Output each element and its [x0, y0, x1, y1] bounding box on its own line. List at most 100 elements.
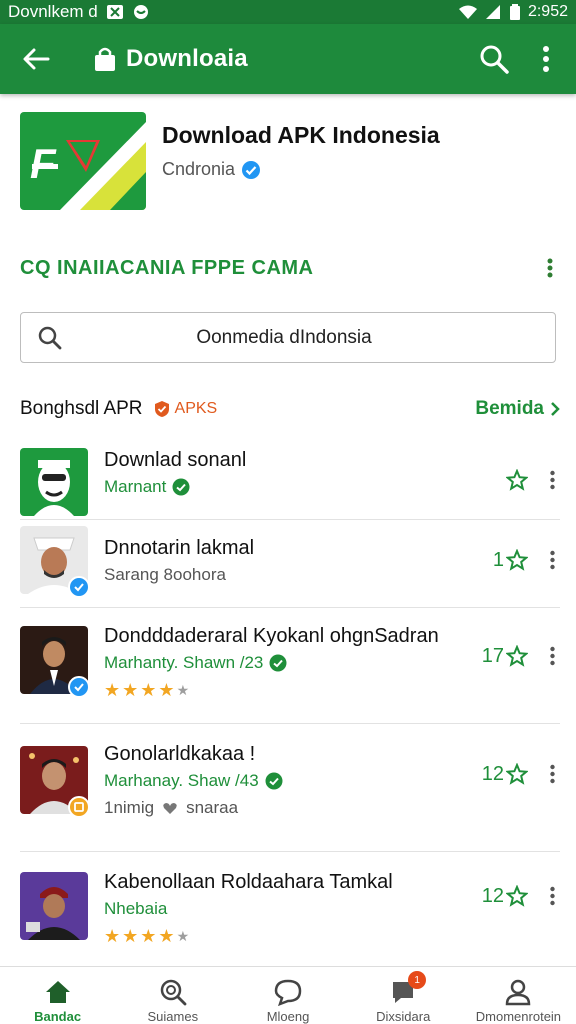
app-info: Download APK Indonesia Cndronia: [162, 112, 440, 212]
list-item-developer: Marnant: [104, 477, 167, 496]
star-outline-icon: [506, 645, 528, 667]
more-vert-icon: [549, 646, 555, 666]
list-item[interactable]: Kabenollaan Roldaahara Tamkal Nhebaia ★ …: [20, 852, 560, 962]
banner-text: CQ INAIIACANIA FPPE CAMA: [20, 256, 314, 279]
avatar: [20, 448, 88, 516]
rating-value: 1: [492, 548, 504, 571]
nav-notifications[interactable]: 1 Dixsidara: [346, 967, 461, 1024]
app-bar: Downloaia: [0, 24, 576, 94]
star-filled-icon: ★: [104, 926, 121, 946]
list-item-more-button[interactable]: [544, 884, 560, 908]
more-vert-icon: [549, 550, 555, 570]
list-item-body: Downlad sonanl Marnant: [104, 448, 560, 498]
rating: 12: [482, 763, 528, 786]
more-vert-icon: [549, 470, 555, 490]
list-item[interactable]: Dnnotarin lakmal Sarang 8oohora 1: [20, 520, 560, 608]
nav-messages[interactable]: Mloeng: [230, 967, 345, 1024]
nav-label: Mloeng: [266, 1009, 310, 1024]
shopping-bag-icon: [92, 44, 118, 74]
verified-badge-icon: [68, 576, 90, 598]
star-filled-icon: ★: [104, 680, 121, 700]
chevron-right-icon: [551, 402, 560, 416]
search-input[interactable]: [73, 326, 555, 349]
see-more-link[interactable]: Bemida: [475, 398, 560, 420]
nav-label: Dmomenrotein: [475, 1009, 562, 1024]
nav-profile[interactable]: Dmomenrotein: [461, 967, 576, 1024]
verified-badge-icon: [172, 478, 190, 496]
home-icon: [43, 977, 73, 1006]
app-list: Downlad sonanl Marnant Dnnotarin lakmal …: [20, 440, 560, 962]
apks-badge: APKS: [153, 400, 218, 418]
notification-count-badge: 1: [408, 971, 427, 989]
list-item-more-button[interactable]: [544, 644, 560, 668]
status-time: 2:952: [527, 3, 568, 20]
star-filled-icon: ★: [158, 926, 175, 946]
nav-home[interactable]: Bandac: [0, 967, 115, 1024]
list-item-actions: 1: [493, 548, 560, 572]
nav-label: Dixsidara: [376, 1009, 431, 1024]
battery-icon: [509, 4, 520, 20]
more-vert-icon: [549, 886, 555, 906]
list-item-actions: 12: [482, 762, 560, 786]
list-item-developer: Sarang 8oohora: [104, 565, 226, 584]
avatar: [20, 526, 90, 598]
bottom-navigation: Bandac Suiames Mloeng 1 Dixsidara Dmomen…: [0, 966, 576, 1024]
verified-badge-icon: [241, 160, 261, 180]
star-rating: ★ ★ ★ ★ ★: [104, 680, 560, 701]
star-empty-icon: ★: [176, 928, 190, 944]
verified-badge-icon: [269, 654, 287, 672]
nav-search[interactable]: Suiames: [115, 967, 230, 1024]
rating: 1: [493, 549, 528, 572]
search-bar[interactable]: [20, 312, 556, 363]
status-left: Dovnlkem d: [8, 2, 150, 22]
list-item[interactable]: Downlad sonanl Marnant: [20, 440, 560, 520]
app-name: Download APK Indonesia: [162, 122, 440, 148]
star-outline-icon: [506, 549, 528, 571]
search-icon: [480, 45, 509, 74]
notification-x-icon: [106, 4, 124, 20]
list-item-more-button[interactable]: [544, 468, 560, 492]
section-title: Bonghsdl APR: [20, 398, 143, 419]
app-logo[interactable]: F: [20, 112, 146, 210]
meta-left: 1nimig: [104, 798, 155, 817]
list-item-actions: 17: [482, 644, 560, 668]
list-item-more-button[interactable]: [544, 548, 560, 572]
app-screen: Dovnlkem d 2:952 Downloaia F Download AP…: [0, 0, 576, 1024]
status-right: 2:952: [458, 3, 568, 21]
verified-badge-icon: [265, 772, 283, 790]
person-icon: [503, 977, 533, 1006]
banner-more-button[interactable]: [540, 255, 560, 281]
overflow-menu-button[interactable]: [526, 39, 566, 79]
developer-line[interactable]: Cndronia: [162, 159, 440, 180]
status-bar: Dovnlkem d 2:952: [0, 0, 576, 24]
list-item-developer: Marhanay. Shaw /43: [104, 771, 259, 790]
notification-chat-icon: [132, 4, 150, 20]
search-icon: [37, 325, 63, 351]
badge-icon: [68, 796, 90, 818]
rating-value: 12: [481, 884, 504, 907]
star-filled-icon: ★: [158, 680, 175, 700]
list-item-actions: [504, 468, 560, 492]
more-vert-icon: [543, 46, 549, 72]
app-bar-title: Downloaia: [126, 45, 248, 72]
list-item[interactable]: Dondddaderaral Kyokanl ohgnSadran Marhan…: [20, 608, 560, 724]
search-button[interactable]: [474, 39, 514, 79]
list-item[interactable]: Gonolarldkakaa ! Marhanay. Shaw /43 1nim…: [20, 724, 560, 852]
back-button[interactable]: [18, 41, 54, 77]
heart-icon: [163, 803, 177, 814]
list-item-more-button[interactable]: [544, 762, 560, 786]
list-item-developer: Nhebaia: [104, 899, 168, 918]
notification-chat-icon: 1: [388, 971, 427, 1006]
apks-badge-label: APKS: [174, 400, 218, 417]
star-filled-icon: ★: [140, 926, 157, 946]
star-empty-icon: ★: [176, 682, 190, 698]
meta-right: snaraa: [186, 798, 239, 817]
see-more-label: Bemida: [475, 398, 544, 419]
star-filled-icon: ★: [122, 680, 139, 700]
avatar: [20, 872, 88, 940]
more-vert-icon: [547, 258, 553, 278]
shield-icon: [154, 401, 169, 417]
search-icon: [158, 977, 188, 1006]
list-item-developer: Marhanty. Shawn /23: [104, 653, 264, 672]
list-item-title: Downlad sonanl: [104, 449, 247, 471]
